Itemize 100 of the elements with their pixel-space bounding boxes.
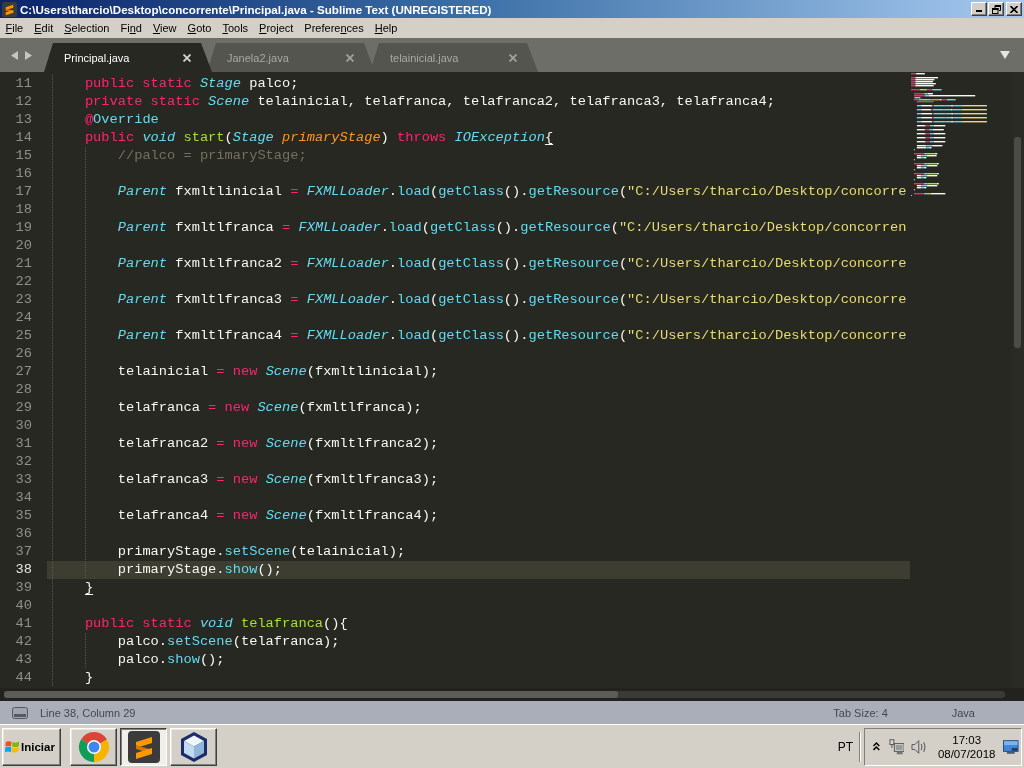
line-number: 29 xyxy=(15,400,32,415)
line-number: 36 xyxy=(15,526,32,541)
line-number: 39 xyxy=(15,580,32,595)
double-chevron-icon[interactable] xyxy=(873,742,880,751)
line-number: 19 xyxy=(15,220,32,235)
syntax-label[interactable]: Java xyxy=(951,706,975,719)
code-line: @Override xyxy=(84,112,159,127)
line-number: 21 xyxy=(15,256,32,271)
code-line: Parent fxmltlinicial = FXMLLoader.load(getClass().getResource("C:/Users/tharcio/Desktop/concorre xyxy=(117,184,907,199)
menu-item[interactable]: File xyxy=(0,19,29,37)
restore-icon xyxy=(991,4,1001,14)
scrollbar-track[interactable] xyxy=(4,691,1005,698)
line-number: 24 xyxy=(15,310,32,325)
code-line: //palco = primaryStage; xyxy=(117,148,307,163)
line-number: 35 xyxy=(15,508,32,523)
menu-item[interactable]: Project xyxy=(253,19,299,37)
menu-item[interactable]: Find xyxy=(115,19,148,37)
line-number: 15 xyxy=(15,148,32,163)
code-line: Parent fxmltlfranca2 = FXMLLoader.load(getClass().getResource("C:/Users/tharcio/Desktop/concorre xyxy=(117,256,907,271)
line-number: 17 xyxy=(15,184,32,199)
line-number: 12 xyxy=(15,94,32,109)
menu-item[interactable]: View xyxy=(147,19,183,37)
code-line: primaryStage.setScene(telainicial); xyxy=(117,544,406,559)
scrollbar-thumb[interactable] xyxy=(1014,137,1021,348)
line-number: 42 xyxy=(15,634,32,649)
code-line: private static Scene telainicial, telafranca, telafranca2, telafranca3, telafranca4; xyxy=(84,94,775,109)
window-title: C:\Users\tharcio\Desktop\concorrente\Principal.java - Sublime Text (UNREGISTERED) xyxy=(20,2,492,16)
line-number: 25 xyxy=(15,328,32,343)
previous-tab-button[interactable] xyxy=(11,50,18,60)
line-number: 18 xyxy=(15,202,32,217)
restore-button[interactable] xyxy=(988,2,1004,16)
tab-list-button[interactable] xyxy=(1000,51,1010,59)
minimize-button[interactable] xyxy=(971,2,987,16)
line-number: 43 xyxy=(15,652,32,667)
scrollbar-thumb[interactable] xyxy=(4,691,618,698)
line-number: 11 xyxy=(15,76,32,91)
code-line: public void start(Stage primaryStage) throws IOException{ xyxy=(84,130,554,145)
circle-logo-icon xyxy=(77,730,110,763)
monitor-icon[interactable] xyxy=(1003,739,1019,754)
menu-item[interactable]: Goto xyxy=(182,19,217,37)
right-arrow-icon xyxy=(25,50,32,60)
panel-icon[interactable] xyxy=(12,706,28,719)
line-number: 30 xyxy=(15,418,32,433)
minimize-icon xyxy=(976,10,982,12)
line-number: 22 xyxy=(15,274,32,289)
cursor-position: Line 38, Column 29 xyxy=(40,706,136,719)
code-line: telainicial = new Scene(fxmltlinicial); xyxy=(117,364,439,379)
taskbar-button[interactable] xyxy=(120,727,167,766)
tab[interactable]: Principal.java xyxy=(44,43,212,72)
line-number: 13 xyxy=(15,112,32,127)
code-line: primaryStage.show(); xyxy=(117,562,283,577)
line-number: 27 xyxy=(15,364,32,379)
close-icon[interactable] xyxy=(183,53,191,62)
clock-time: 17:03 xyxy=(952,732,982,747)
dropdown-icon xyxy=(1000,51,1010,59)
close-icon xyxy=(1010,5,1018,13)
code-line: } xyxy=(84,670,94,685)
tab-size-label[interactable]: Tab Size: 4 xyxy=(833,706,888,719)
line-number: 26 xyxy=(15,346,32,361)
code-line: Parent fxmltlfranca4 = FXMLLoader.load(getClass().getResource("C:/Users/tharcio/Desktop/concorre xyxy=(117,328,907,343)
menu-item[interactable]: Tools xyxy=(216,19,254,37)
speaker-icon[interactable] xyxy=(911,738,928,755)
code-line: public static Stage palco; xyxy=(84,76,299,91)
line-number: 33 xyxy=(15,472,32,487)
code-line: telafranca = new Scene(fxmltlfranca); xyxy=(117,400,422,415)
code-line: Parent fxmltlfranca = FXMLLoader.load(getClass().getResource("C:/Users/tharcio/Desktop/concorren xyxy=(117,220,907,235)
line-number: 23 xyxy=(15,292,32,307)
line-number: 41 xyxy=(15,616,32,631)
line-number: 31 xyxy=(15,436,32,451)
flag-logo-icon xyxy=(5,739,20,754)
code-line: telafranca2 = new Scene(fxmltlfranca2); xyxy=(117,436,439,451)
next-tab-button[interactable] xyxy=(25,50,32,60)
code-line: } xyxy=(84,580,94,595)
menu-item[interactable]: Help xyxy=(369,19,403,37)
menu-item[interactable]: Selection xyxy=(58,19,115,37)
code-line: Parent fxmltlfranca3 = FXMLLoader.load(getClass().getResource("C:/Users/tharcio/Desktop/concorre xyxy=(117,292,907,307)
line-number: 20 xyxy=(15,238,32,253)
cube-icon xyxy=(179,730,208,763)
close-button[interactable] xyxy=(1006,2,1022,16)
menu-item[interactable]: Edit xyxy=(28,19,59,37)
line-number: 32 xyxy=(15,454,32,469)
line-number: 14 xyxy=(15,130,32,145)
code-line: public static void telafranca(){ xyxy=(84,616,348,631)
clock-date: 08/07/2018 xyxy=(937,746,996,761)
code-line: telafranca3 = new Scene(fxmltlfranca3); xyxy=(117,472,439,487)
app-logo-icon xyxy=(2,1,17,17)
code-line: telafranca4 = new Scene(fxmltlfranca4); xyxy=(117,508,439,523)
line-number: 37 xyxy=(15,544,32,559)
line-number: 38 xyxy=(15,562,32,577)
start-button[interactable]: Iniciar xyxy=(2,727,61,766)
menu-item[interactable]: Preferences xyxy=(298,19,370,37)
line-number: 16 xyxy=(15,166,32,181)
line-number: 40 xyxy=(15,598,32,613)
left-arrow-icon xyxy=(11,50,18,60)
app-logo-icon xyxy=(127,730,160,763)
network-icon[interactable] xyxy=(888,738,905,755)
code-minimap[interactable] xyxy=(911,73,987,197)
code-line: palco.setScene(telafranca); xyxy=(117,634,340,649)
language-indicator[interactable]: PT xyxy=(837,739,853,754)
line-number: 28 xyxy=(15,382,32,397)
